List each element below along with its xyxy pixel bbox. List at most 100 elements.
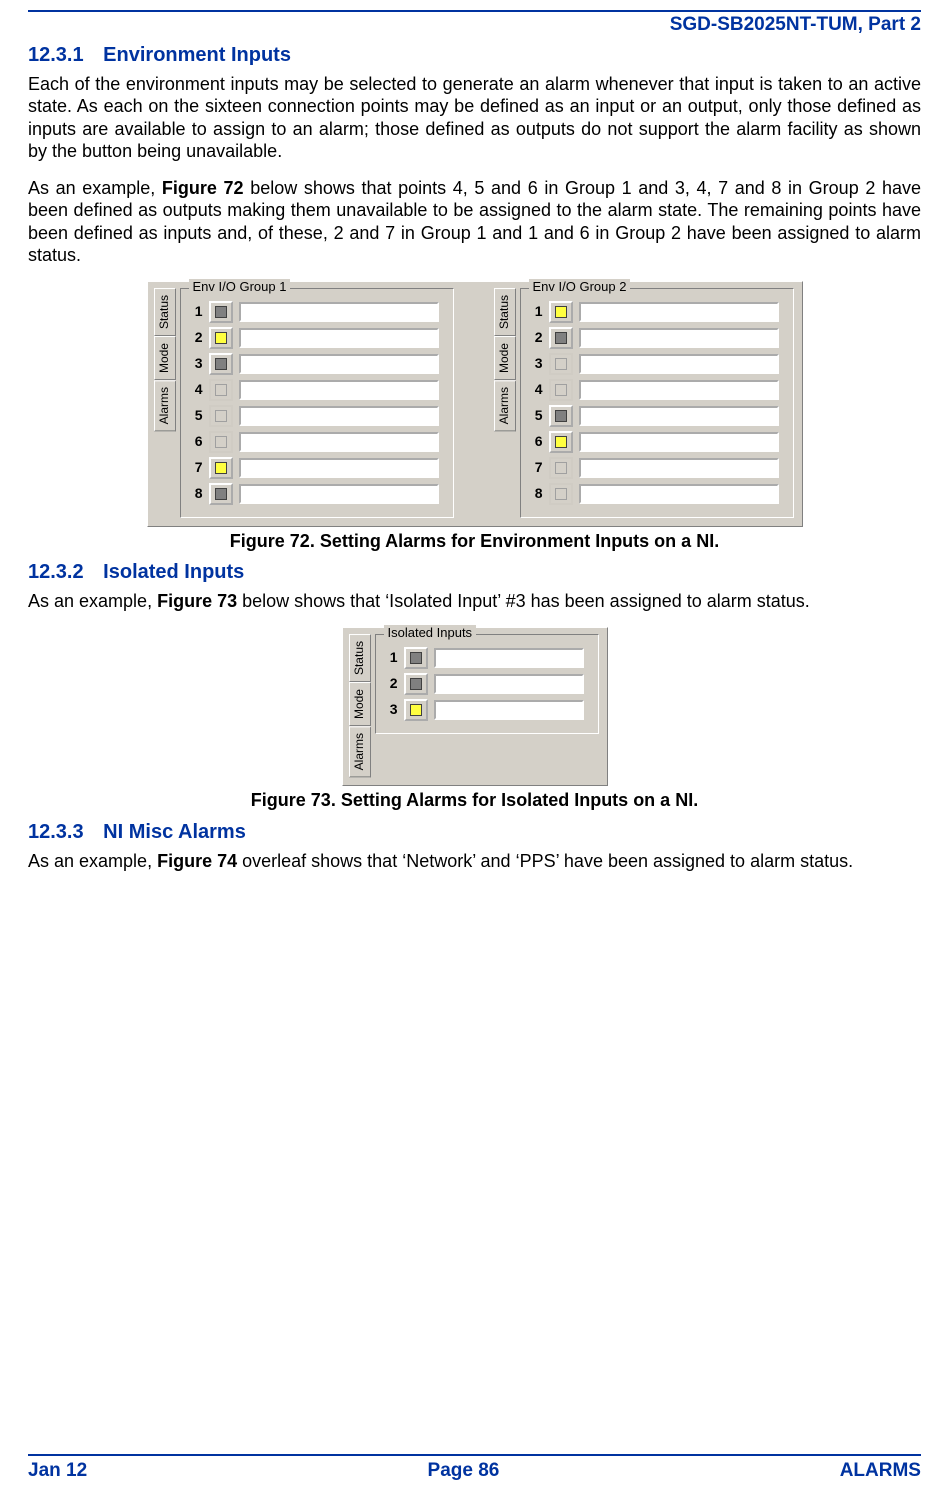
row-number: 3: [529, 355, 543, 372]
alarm-toggle-button[interactable]: [404, 699, 428, 721]
isolated-inputs-group: Status Mode Alarms Isolated Inputs 123: [349, 634, 599, 777]
row-number: 5: [529, 407, 543, 424]
tab-mode[interactable]: Mode: [349, 682, 371, 726]
figure-73: Status Mode Alarms Isolated Inputs 123: [28, 627, 921, 786]
alarm-toggle-button[interactable]: [549, 431, 573, 453]
page-footer: Jan 12 Page 86 ALARMS: [28, 1454, 921, 1483]
alarm-label-input[interactable]: [579, 354, 779, 374]
alarm-toggle-button[interactable]: [209, 353, 233, 375]
figure-73-caption: Figure 73. Setting Alarms for Isolated I…: [28, 790, 921, 812]
tab-mode[interactable]: Mode: [154, 336, 176, 380]
alarm-led-icon: [410, 704, 422, 716]
legend-group-2: Env I/O Group 2: [529, 279, 631, 295]
paragraph: As an example, Figure 74 overleaf shows …: [28, 850, 921, 873]
io-row: 7: [529, 457, 779, 479]
alarm-toggle-button[interactable]: [549, 301, 573, 323]
alarm-led-icon: [215, 384, 227, 396]
row-number: 6: [529, 433, 543, 450]
alarm-led-icon: [410, 678, 422, 690]
tab-status[interactable]: Status: [494, 288, 516, 336]
tab-status[interactable]: Status: [154, 288, 176, 336]
alarm-toggle-button[interactable]: [404, 673, 428, 695]
fieldset-isolated: Isolated Inputs 123: [375, 634, 599, 734]
io-row: 7: [189, 457, 439, 479]
alarm-toggle-button[interactable]: [404, 647, 428, 669]
alarm-led-icon: [555, 306, 567, 318]
io-row: 4: [189, 379, 439, 401]
alarm-label-input[interactable]: [579, 458, 779, 478]
env-io-group-2: Status Mode Alarms Env I/O Group 2 12345…: [494, 288, 794, 518]
alarm-toggle-button: [549, 483, 573, 505]
alarm-led-icon: [215, 410, 227, 422]
figure-72-caption: Figure 72. Setting Alarms for Environmen…: [28, 531, 921, 553]
alarm-label-input[interactable]: [579, 328, 779, 348]
tab-alarms[interactable]: Alarms: [154, 380, 176, 431]
io-row: 3: [189, 353, 439, 375]
io-row: 4: [529, 379, 779, 401]
section-title: Isolated Inputs: [103, 561, 244, 583]
alarm-toggle-button[interactable]: [549, 405, 573, 427]
paragraph: As an example, Figure 72 below shows tha…: [28, 177, 921, 267]
alarm-led-icon: [555, 358, 567, 370]
row-number: 2: [529, 329, 543, 346]
alarm-toggle-button[interactable]: [209, 327, 233, 349]
tab-status[interactable]: Status: [349, 634, 371, 682]
alarm-label-input[interactable]: [239, 302, 439, 322]
section-title: NI Misc Alarms: [103, 821, 246, 843]
alarm-toggle-button: [549, 379, 573, 401]
alarm-label-input[interactable]: [239, 484, 439, 504]
alarm-label-input[interactable]: [239, 432, 439, 452]
alarm-toggle-button: [209, 405, 233, 427]
env-io-group-1: Status Mode Alarms Env I/O Group 1 12345…: [154, 288, 454, 518]
io-row: 2: [189, 327, 439, 349]
row-number: 8: [189, 485, 203, 502]
alarm-label-input[interactable]: [434, 648, 584, 668]
alarm-label-input[interactable]: [239, 458, 439, 478]
io-row: 2: [384, 673, 584, 695]
alarm-label-input[interactable]: [579, 432, 779, 452]
alarm-toggle-button[interactable]: [209, 483, 233, 505]
fieldset-group-1: Env I/O Group 1 12345678: [180, 288, 454, 518]
alarm-toggle-button[interactable]: [549, 327, 573, 349]
alarm-led-icon: [215, 488, 227, 500]
row-number: 7: [529, 459, 543, 476]
tab-alarms[interactable]: Alarms: [494, 380, 516, 431]
alarm-label-input[interactable]: [579, 406, 779, 426]
alarm-label-input[interactable]: [579, 302, 779, 322]
alarm-toggle-button: [549, 457, 573, 479]
alarm-led-icon: [555, 462, 567, 474]
vertical-tabs: Status Mode Alarms: [494, 288, 516, 431]
io-row: 6: [189, 431, 439, 453]
tab-mode[interactable]: Mode: [494, 336, 516, 380]
io-row: 8: [529, 483, 779, 505]
io-row: 3: [529, 353, 779, 375]
vertical-tabs: Status Mode Alarms: [154, 288, 176, 431]
alarm-label-input[interactable]: [579, 484, 779, 504]
alarm-led-icon: [555, 384, 567, 396]
alarm-led-icon: [555, 410, 567, 422]
section-heading-12-3-1: 12.3.1 Environment Inputs: [28, 43, 921, 67]
alarm-led-icon: [215, 436, 227, 448]
row-number: 7: [189, 459, 203, 476]
alarm-toggle-button: [209, 431, 233, 453]
row-number: 2: [189, 329, 203, 346]
paragraph: As an example, Figure 73 below shows tha…: [28, 590, 921, 613]
alarm-label-input[interactable]: [579, 380, 779, 400]
alarm-label-input[interactable]: [239, 380, 439, 400]
vertical-tabs: Status Mode Alarms: [349, 634, 371, 777]
footer-date: Jan 12: [28, 1460, 87, 1483]
row-number: 5: [189, 407, 203, 424]
alarm-led-icon: [215, 332, 227, 344]
alarm-led-icon: [555, 436, 567, 448]
alarm-label-input[interactable]: [239, 354, 439, 374]
alarm-toggle-button[interactable]: [209, 457, 233, 479]
alarm-label-input[interactable]: [239, 328, 439, 348]
alarm-label-input[interactable]: [434, 674, 584, 694]
tab-alarms[interactable]: Alarms: [349, 726, 371, 777]
legend-group-1: Env I/O Group 1: [189, 279, 291, 295]
alarm-toggle-button[interactable]: [209, 301, 233, 323]
io-row: 2: [529, 327, 779, 349]
alarm-label-input[interactable]: [239, 406, 439, 426]
alarm-label-input[interactable]: [434, 700, 584, 720]
footer-page: Page 86: [428, 1460, 500, 1483]
